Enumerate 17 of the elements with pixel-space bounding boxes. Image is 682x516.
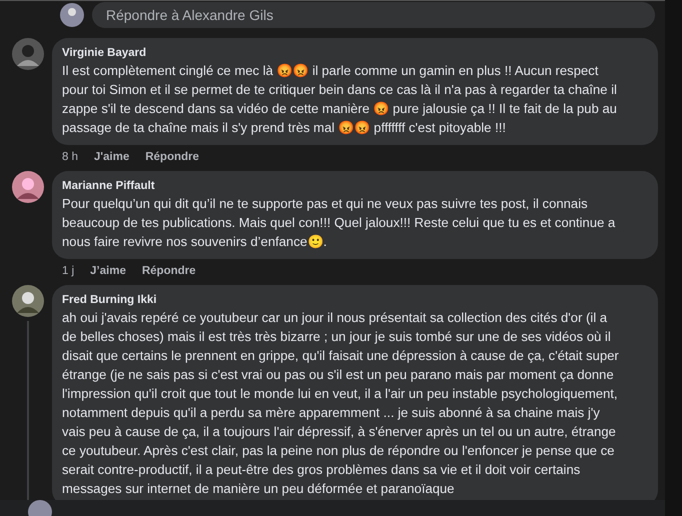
comment-text: Il est complètement cinglé ce mec là 😡😡 il parle comme un gamin en plus !! Aucun respect pour toi Simon et il se permet de te critiquer bein dans ce cas là il n'a pas à regarder ta chaîne il zappe s'il te descend dans sa vidéo de cette manière 😡 pure jalousie ça !! Il te fait de la pub au passage de ta chaîne mais il s'y prend très mal 😡😡 pfffffff c'est pitoyable !!!	[62, 62, 618, 137]
author-name[interactable]: Marianne Piffault	[62, 178, 624, 194]
reply-field[interactable]: Répondre à Alexandre Gils	[92, 2, 655, 28]
avatar-icon[interactable]	[12, 171, 44, 203]
author-name[interactable]: Virginie Bayard	[62, 45, 624, 61]
reply-link[interactable]: Répondre	[145, 150, 200, 164]
reply-link[interactable]: Répondre	[142, 264, 196, 278]
avatar-icon[interactable]	[12, 285, 44, 317]
time-link[interactable]: 1 j	[62, 264, 74, 278]
like-link[interactable]: J’aime	[90, 264, 126, 278]
time-link[interactable]: 8 h	[62, 150, 78, 164]
avatar-icon[interactable]	[60, 2, 84, 26]
like-link[interactable]: J'aime	[94, 150, 130, 164]
author-name[interactable]: Fred Burning Ikki	[62, 292, 624, 308]
avatar-icon[interactable]	[12, 38, 44, 70]
comment-text: Pour quelqu’un qui dit qu’il ne te supporte pas et qui ne veux pas suivre tes post, il connais beaucoup de tes publications. Mais quel con!!! Quel jaloux!!! Reste celui que tu es et continue a nous faire revivre nos souvenirs d’enfance🙂.	[62, 195, 616, 251]
comment-text: ah oui j'avais repéré ce youtubeur car un jour il nous présentait sa collection des cités d'or (il a de belles choses) mais il est très très bizarre ; un jour je suis tombé sur une de ses vidéos où il disait que certains le prennent en grippe, qu'il faisait une dépression à cause de ça, c'était super étrange (je ne sais pas si c'est vrai ou pas ou s'il est un peu parano mais par moment ça donne l'impression qu'il croit que tout le monde lui en veut, il a l'air un peu instable psychologiquement, notamment depuis qu'il a perdu sa mère apparemment ... je suis abonné à sa chaine mais j'y vais peu à cause de ça, il a toujours l'air dépressif, à s'énerver après un tel ou un autre, étrange ce youtubeur. Après c'est clair, pas la peine non plus de répondre ou l'enfoncer je pense que ce serait contre-productif, il a peut-être des gros problèmes dans sa vie et il doit voir certains messages sur internet de manière un peu déformée et paranoïaque	[62, 309, 620, 498]
